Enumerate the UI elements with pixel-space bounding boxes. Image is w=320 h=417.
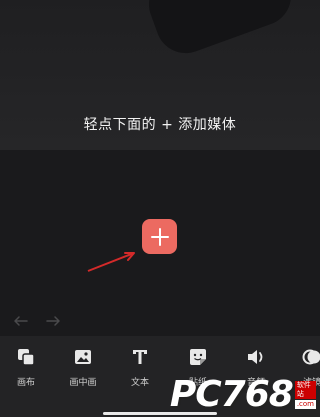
picture-in-picture-icon [72,346,94,368]
add-media-button[interactable] [142,219,177,254]
timeline-area [0,150,320,336]
site-watermark: PC768 软件站 .com [170,372,320,417]
watermark-tag-2: .com [294,399,316,409]
text-icon [129,346,151,368]
watermark-tags: 软件站 .com [294,380,316,409]
redo-button[interactable] [44,314,62,328]
watermark-tag-1: 软件站 [294,380,316,399]
watermark-brand: PC768 [169,374,294,415]
undo-button[interactable] [12,314,30,328]
filter-icon [301,346,320,368]
canvas-icon [15,346,37,368]
video-preview: 轻点下面的 + 添加媒体 [0,0,320,150]
history-controls [12,314,72,330]
video-editor-screen: 轻点下面的 + 添加媒体 画布 画中画 文本 贴纸 音频 PC768 软件站 .… [0,0,320,417]
home-indicator [103,412,217,415]
redo-icon [46,316,60,326]
tool-picture-in-picture-label: 画中画 [69,378,97,388]
audio-icon [245,346,267,368]
tool-text-label: 文本 [130,378,149,388]
pointer-arrow-annotation [87,252,135,272]
plus-icon [150,227,169,246]
preview-decoration [140,0,300,62]
tool-picture-in-picture[interactable]: 画中画 [57,346,109,394]
add-media-hint: 轻点下面的 + 添加媒体 [83,117,237,133]
tool-canvas-label: 画布 [16,378,35,388]
undo-icon [14,316,28,326]
tool-text[interactable]: 文本 [114,346,166,394]
sticker-icon [187,346,209,368]
tool-canvas[interactable]: 画布 [0,346,52,394]
